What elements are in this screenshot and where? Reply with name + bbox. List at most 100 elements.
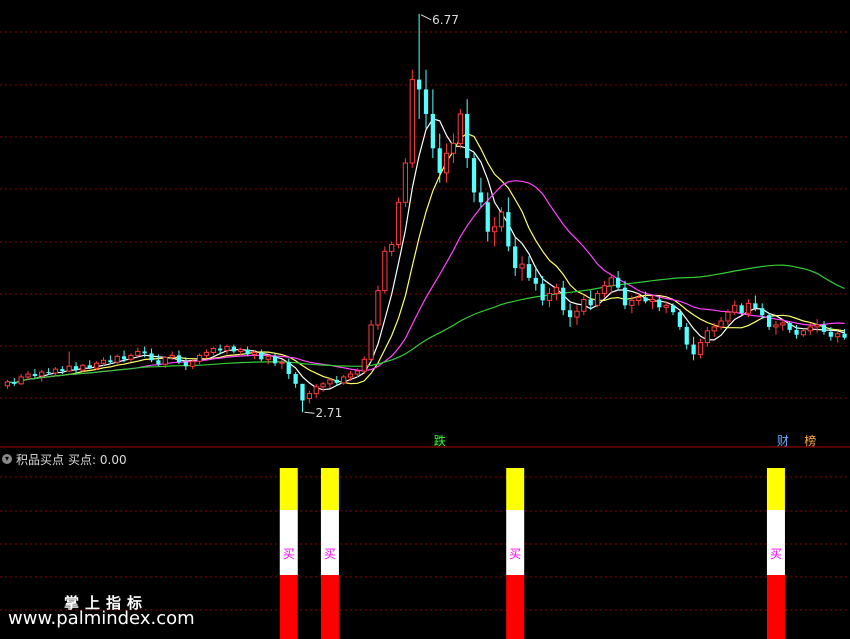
event-tag[interactable]: 榜 (804, 432, 816, 449)
signal-bar-bottom (279, 575, 298, 639)
candle-body (108, 360, 113, 363)
candle-body (327, 379, 333, 385)
candle-body (657, 299, 662, 308)
candle-body (135, 350, 141, 356)
candle-body (60, 369, 65, 372)
candle-body (616, 277, 621, 288)
price-high-label: 6.77 (432, 12, 459, 27)
candle-body (279, 361, 285, 364)
candle-body (409, 79, 415, 164)
candle-body (773, 324, 779, 328)
candle-body (156, 360, 161, 365)
candle-body (760, 308, 765, 316)
candle-body (231, 346, 236, 352)
signal-bar-top (766, 468, 785, 510)
buy-signal-label: 买 (323, 547, 336, 561)
candle-body (39, 371, 45, 377)
candle-body (491, 226, 498, 233)
price-chart (0, 13, 850, 639)
candle-body (581, 298, 587, 312)
candle-body (498, 211, 505, 228)
buy-signal-label: 买 (769, 547, 782, 561)
candle-body (300, 383, 305, 401)
candle-body (375, 290, 381, 326)
candle-body (601, 285, 608, 295)
signal-bar-top (320, 468, 339, 510)
candle-body (128, 354, 134, 360)
event-tag[interactable]: 跌 (434, 432, 446, 449)
event-tag[interactable]: 财 (777, 432, 789, 449)
candle-body (80, 364, 86, 371)
candle-body (306, 393, 312, 400)
indicator-panel-header[interactable]: ▾ 积品买点 买点: 0.00 (2, 452, 127, 467)
candle-body (526, 264, 532, 278)
candle-body (52, 368, 59, 374)
candle-body (238, 348, 244, 352)
candle-body (828, 331, 833, 337)
candle-body (465, 113, 470, 159)
candle-body (594, 293, 601, 306)
signal-bar-bottom (320, 575, 339, 639)
candle-body (176, 355, 182, 363)
candle-body (485, 202, 490, 232)
candle-body (739, 305, 744, 314)
candle-body (533, 277, 538, 284)
buy-signal-label: 买 (509, 547, 522, 561)
indicator-name: 积品买点 (16, 452, 65, 467)
signal-bar-middle (279, 510, 298, 575)
candle-body (800, 330, 807, 336)
candle-body (691, 344, 696, 355)
candle-body (18, 376, 24, 385)
candle-body (183, 362, 188, 367)
ma5-line (7, 118, 845, 391)
candle-body (780, 322, 786, 326)
candle-body (649, 298, 656, 302)
candle-body (341, 376, 347, 384)
candle-body (663, 304, 669, 308)
candle-body (382, 250, 388, 292)
price-low-label: 2.71 (315, 406, 343, 421)
candle-body (149, 353, 154, 361)
candle-body (245, 349, 250, 355)
candle-body (251, 351, 258, 355)
candle-body (224, 346, 230, 351)
candle-body (368, 324, 374, 360)
candle-body (471, 158, 477, 193)
signal-bar-middle (320, 510, 339, 575)
candle-body (190, 360, 196, 367)
candle-body (513, 246, 518, 269)
candle-body (259, 352, 264, 360)
candle-body (608, 277, 614, 287)
candle-body (546, 293, 553, 301)
candle-body (286, 362, 291, 375)
candle-body (313, 386, 319, 395)
candle-body (450, 142, 457, 154)
candle-body (478, 192, 484, 203)
candle-body (46, 372, 51, 374)
candle-body (711, 326, 717, 332)
candle-body (265, 355, 271, 360)
candle-body (506, 212, 511, 247)
candle-body (457, 113, 463, 144)
candle-body (94, 362, 100, 369)
candle-body (320, 383, 326, 388)
candle-body (354, 370, 361, 375)
candle-body (842, 333, 847, 338)
candle-body (553, 287, 560, 295)
candle-body (169, 354, 175, 358)
collapse-icon[interactable]: ▾ (2, 454, 12, 464)
candle-body (66, 365, 72, 372)
candle-body (725, 311, 731, 322)
candle-body (100, 359, 107, 364)
candle-body (142, 351, 147, 354)
candle-body (519, 263, 525, 269)
candle-body (4, 381, 11, 387)
candle-body (389, 243, 395, 252)
signal-bar-top (506, 468, 525, 510)
candle-body (417, 79, 422, 90)
low-pointer (304, 411, 315, 414)
candle-body (210, 348, 216, 353)
candle-body (718, 320, 724, 328)
candle-body (73, 366, 79, 371)
candle-body (629, 299, 635, 306)
